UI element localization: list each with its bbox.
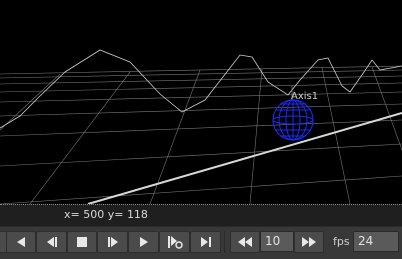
next-keyframe-button[interactable]	[159, 231, 190, 253]
play-forward-button[interactable]	[128, 231, 159, 253]
step-forward-icon	[107, 237, 118, 247]
3d-viewport[interactable]: Axis1	[0, 0, 402, 204]
go-to-end-button[interactable]	[190, 231, 221, 253]
axis-label: Axis1	[291, 91, 318, 102]
status-bar: x= 500 y= 118	[0, 204, 402, 226]
terrain-profile-line	[0, 49, 402, 129]
fps-input[interactable]: 24	[353, 231, 399, 252]
viewport-scene: Axis1	[0, 49, 402, 204]
step-backward-button[interactable]	[36, 231, 67, 253]
stop-button[interactable]	[67, 231, 97, 253]
step-backward-icon	[46, 237, 57, 247]
forward-increment-button[interactable]	[294, 231, 324, 253]
ground-grid	[0, 65, 402, 204]
keyframe-icon	[167, 236, 183, 249]
rewind-increment-button[interactable]	[230, 231, 260, 253]
step-forward-button[interactable]	[97, 231, 128, 253]
play-backward-icon	[17, 237, 25, 247]
frame-increment-input[interactable]: 10	[260, 231, 294, 252]
play-backward-button[interactable]	[6, 231, 36, 253]
cursor-coordinates: x= 500 y= 118	[64, 208, 148, 221]
toolbar-separator	[224, 231, 225, 253]
rewind-icon	[238, 237, 252, 247]
play-forward-icon	[139, 237, 148, 247]
transport-controls: 10 fps 24	[0, 226, 402, 259]
skip-to-end-icon	[200, 237, 211, 247]
sphere-object[interactable]	[272, 99, 314, 141]
fps-label: fps	[333, 235, 350, 248]
fast-forward-icon	[302, 237, 316, 247]
stop-icon	[77, 237, 87, 247]
